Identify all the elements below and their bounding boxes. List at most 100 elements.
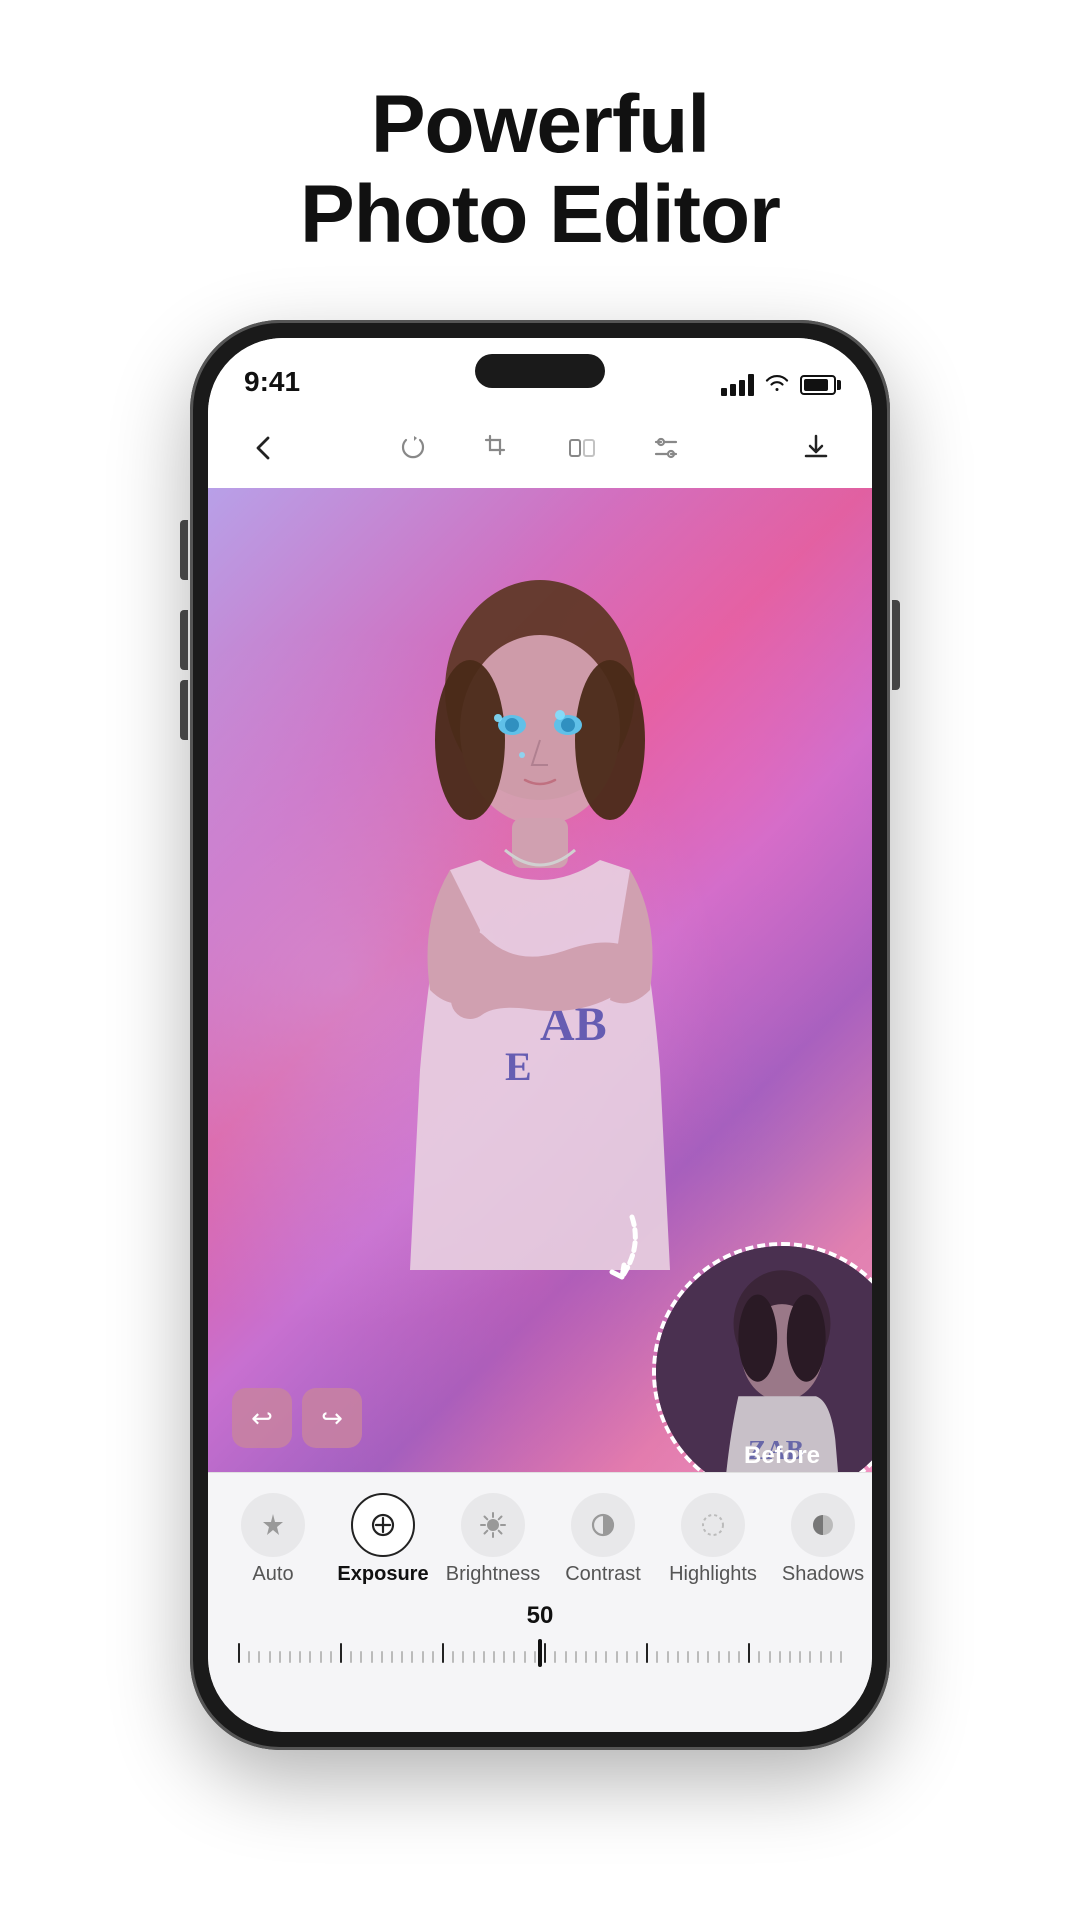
tool-circle-shadows [791, 1493, 855, 1557]
phone-mockup: 9:41 [190, 320, 890, 1750]
flip-icon[interactable] [562, 428, 602, 468]
slider-tick [595, 1651, 597, 1663]
tool-item-brightness[interactable]: Brightness [438, 1493, 548, 1586]
slider-tick [585, 1651, 587, 1663]
app-toolbar [208, 408, 872, 488]
slider-tick [350, 1651, 352, 1663]
tool-item-shadows[interactable]: Shadows [768, 1493, 872, 1586]
slider-tick [789, 1651, 791, 1663]
tool-item-contrast[interactable]: Contrast [548, 1493, 658, 1586]
slider-tick [840, 1651, 842, 1663]
undo-button[interactable]: ↩ [232, 1388, 292, 1448]
back-button[interactable] [244, 428, 284, 468]
slider-tick [289, 1651, 291, 1663]
adjust-icon[interactable] [646, 428, 686, 468]
svg-text:E: E [505, 1044, 532, 1089]
dynamic-island [475, 354, 605, 388]
slider-tick [636, 1651, 638, 1663]
slider-tick [697, 1651, 699, 1663]
slider-tick [279, 1651, 281, 1663]
slider-tick [432, 1651, 434, 1663]
slider-tick [820, 1651, 822, 1663]
before-comparison-circle: ZAB Before [652, 1242, 872, 1472]
wifi-icon [764, 372, 790, 398]
slider-tick [565, 1651, 567, 1663]
slider-tick [799, 1651, 801, 1663]
slider-tick [330, 1651, 332, 1663]
photo-area: Z AB E ↩ ↪ [208, 488, 872, 1472]
slider-tick [616, 1651, 618, 1663]
slider-tick [728, 1651, 730, 1663]
signal-icon [721, 374, 754, 396]
slider-tick [830, 1651, 832, 1663]
slider-tick [503, 1651, 505, 1663]
slider-tick [411, 1651, 413, 1663]
headline-line1: Powerful [300, 80, 780, 170]
slider-tick [371, 1651, 373, 1663]
slider-tick [248, 1651, 250, 1663]
slider-tick [707, 1651, 709, 1663]
tool-label-shadows: Shadows [782, 1563, 864, 1586]
slider-tick [452, 1651, 454, 1663]
battery-icon [800, 375, 836, 395]
tool-label-exposure: Exposure [337, 1563, 428, 1586]
headline-line2: Photo Editor [300, 170, 780, 260]
slider-tick [391, 1651, 393, 1663]
slider-tick [462, 1651, 464, 1663]
before-label: Before [744, 1442, 820, 1470]
slider-tick [534, 1651, 536, 1663]
slider-tick [340, 1643, 342, 1663]
slider-tick [299, 1651, 301, 1663]
slider-tick [748, 1643, 750, 1663]
slider-tick [626, 1651, 628, 1663]
tool-item-exposure[interactable]: Exposure [328, 1493, 438, 1586]
tool-item-highlights[interactable]: Highlights [658, 1493, 768, 1586]
slider-tick [687, 1651, 689, 1663]
tool-circle-brightness [461, 1493, 525, 1557]
slider-tick [473, 1651, 475, 1663]
slider-tick [401, 1651, 403, 1663]
tool-label-brightness: Brightness [446, 1563, 541, 1586]
photo-background: Z AB E ↩ ↪ [208, 488, 872, 1472]
slider-tick [360, 1651, 362, 1663]
slider-tick [809, 1651, 811, 1663]
slider-tick [718, 1651, 720, 1663]
tool-label-contrast: Contrast [565, 1563, 641, 1586]
redo-button[interactable]: ↪ [302, 1388, 362, 1448]
slider-track[interactable] [238, 1638, 842, 1668]
undo-redo-buttons: ↩ ↪ [232, 1388, 362, 1448]
tool-label-highlights: Highlights [669, 1563, 757, 1586]
slider-tick [258, 1651, 260, 1663]
slider-tick [442, 1643, 444, 1663]
tools-row: Auto Exposure Brightness Contrast Highlights… [208, 1473, 872, 1586]
slider-tick [605, 1651, 607, 1663]
slider-tick [269, 1651, 271, 1663]
slider-area: 50 [208, 1586, 872, 1668]
slider-tick [554, 1651, 556, 1663]
tool-label-auto: Auto [252, 1563, 293, 1586]
tool-circle-auto [241, 1493, 305, 1557]
slider-tick [758, 1651, 760, 1663]
slider-tick [738, 1651, 740, 1663]
slider-tick [779, 1651, 781, 1663]
slider-tick [667, 1651, 669, 1663]
slider-tick [646, 1643, 648, 1663]
status-time: 9:41 [244, 366, 300, 398]
slider-thumb[interactable] [538, 1639, 542, 1667]
phone-screen: 9:41 [208, 338, 872, 1732]
slider-tick [656, 1651, 658, 1663]
slider-tick [381, 1651, 383, 1663]
slider-tick [422, 1651, 424, 1663]
slider-tick [309, 1651, 311, 1663]
status-icons [721, 372, 836, 398]
rotate-icon[interactable] [394, 428, 434, 468]
tool-item-auto[interactable]: Auto [218, 1493, 328, 1586]
editor-panel: Auto Exposure Brightness Contrast Highlights… [208, 1472, 872, 1732]
slider-tick [544, 1643, 546, 1663]
crop-icon[interactable] [478, 428, 518, 468]
tool-circle-contrast [571, 1493, 635, 1557]
slider-tick [493, 1651, 495, 1663]
slider-tick [483, 1651, 485, 1663]
download-button[interactable] [796, 428, 836, 468]
tool-circle-exposure [351, 1493, 415, 1557]
